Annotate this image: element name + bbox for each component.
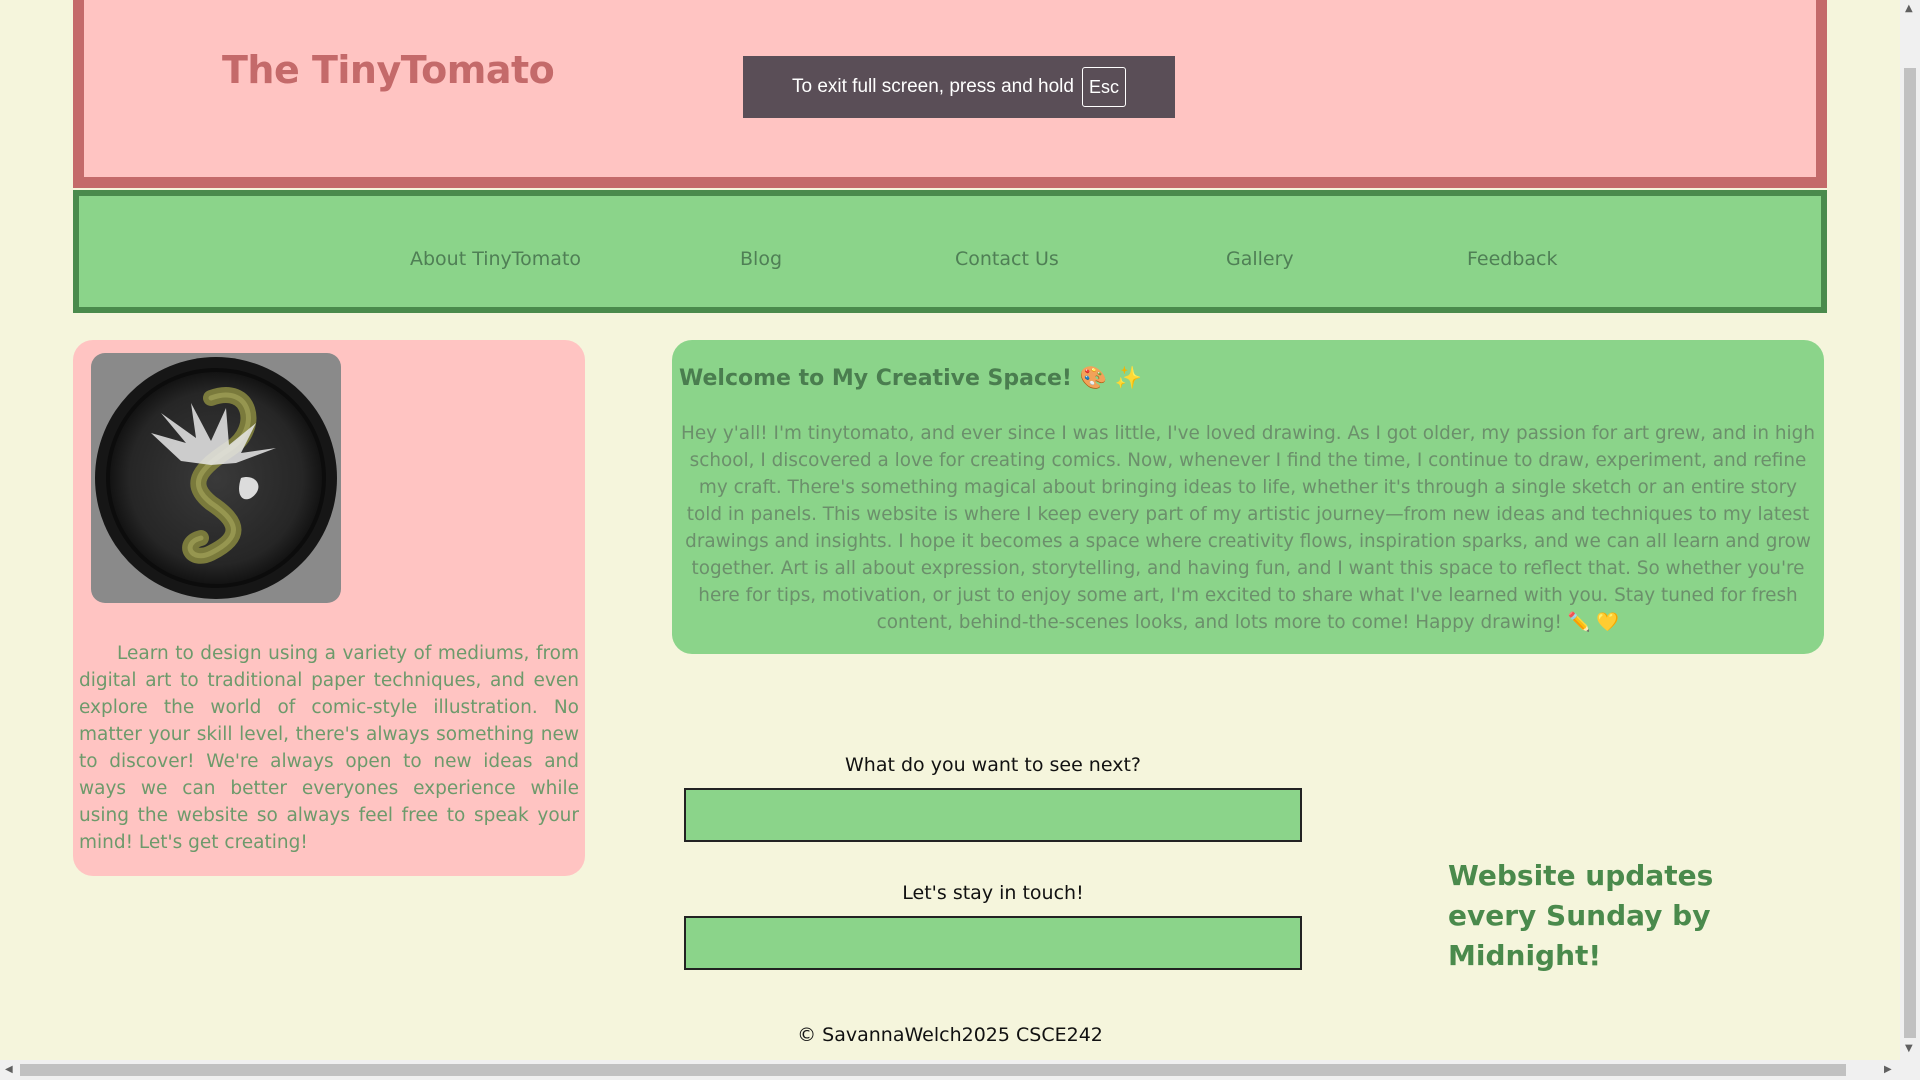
scroll-up-icon[interactable]: ▲: [1905, 4, 1913, 14]
scroll-left-icon[interactable]: ◀: [5, 1065, 13, 1075]
footer-copyright: © SavannaWelch2025 CSCE242: [797, 1024, 1103, 1046]
next-content-input[interactable]: [684, 788, 1302, 842]
next-content-label: What do you want to see next?: [845, 754, 1141, 776]
browser-viewport: The TinyTomato To exit full screen, pres…: [0, 0, 1920, 1080]
scroll-down-icon[interactable]: ▼: [1905, 1044, 1913, 1054]
vertical-scrollbar[interactable]: ▲ ▼: [1900, 0, 1920, 1060]
scrollbar-corner: [1900, 1060, 1920, 1080]
contact-label: Let's stay in touch!: [902, 882, 1084, 904]
welcome-paragraph: Hey y'all! I'm tinytomato, and ever sinc…: [681, 423, 1815, 633]
scroll-right-icon[interactable]: ▶: [1884, 1065, 1892, 1075]
welcome-heading: Welcome to My Creative Space! 🎨 ✨: [679, 366, 1143, 391]
intro-paragraph: Learn to design using a variety of mediu…: [79, 643, 579, 853]
nav-link-gallery[interactable]: Gallery: [1226, 248, 1294, 270]
intro-card: Learn to design using a variety of mediu…: [73, 340, 585, 876]
nav-link-blog[interactable]: Blog: [740, 248, 782, 270]
nav-link-feedback[interactable]: Feedback: [1467, 248, 1557, 270]
horizontal-scroll-thumb[interactable]: [20, 1064, 1846, 1076]
welcome-card: Welcome to My Creative Space! 🎨 ✨ Hey y'…: [672, 340, 1824, 654]
fullscreen-toast-message: To exit full screen, press and hold: [791, 76, 1074, 97]
nav-link-about[interactable]: About TinyTomato: [410, 248, 581, 270]
main-nav: About TinyTomato Blog Contact Us Gallery…: [73, 190, 1827, 313]
nav-link-contact[interactable]: Contact Us: [955, 248, 1059, 270]
site-title: The TinyTomato: [222, 48, 555, 92]
horizontal-scrollbar[interactable]: ◀ ▶: [0, 1060, 1900, 1080]
esc-key-badge: Esc: [1081, 67, 1126, 107]
contact-input[interactable]: [684, 916, 1302, 970]
fullscreen-exit-toast: To exit full screen, press and hold Esc: [743, 56, 1175, 118]
vertical-scroll-thumb[interactable]: [1904, 68, 1916, 1038]
updates-note: Website updates every Sunday by Midnight…: [1448, 859, 1714, 972]
serpent-logo-icon: [91, 353, 341, 603]
